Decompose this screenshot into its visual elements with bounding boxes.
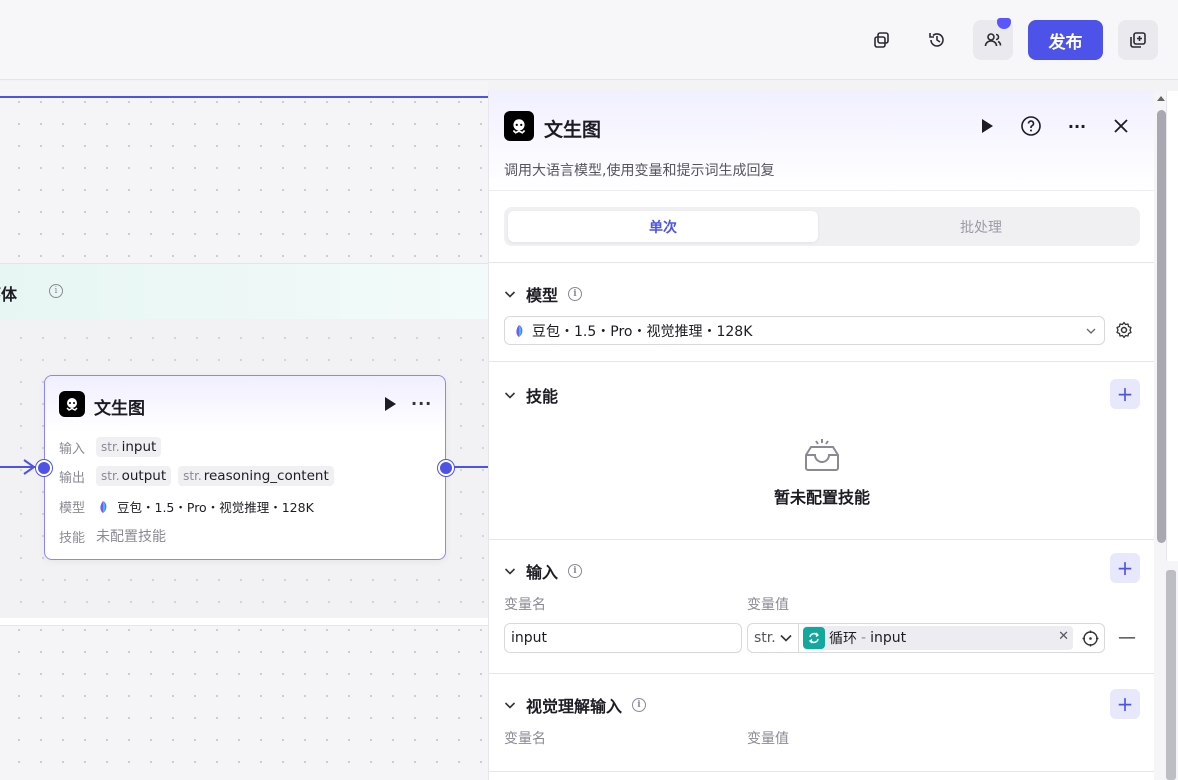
vision-input-section-title: 视觉理解输入 bbox=[526, 697, 623, 716]
add-input-button[interactable]: + bbox=[1110, 553, 1140, 583]
panel-title: 文生图 bbox=[544, 119, 602, 141]
clear-icon[interactable]: ✕ bbox=[1058, 629, 1069, 644]
more-icon[interactable]: ··· bbox=[411, 394, 432, 413]
input-tag: str. input bbox=[96, 437, 162, 457]
divider bbox=[489, 361, 1155, 362]
node-title: 文生图 bbox=[94, 399, 145, 419]
close-icon[interactable] bbox=[1110, 115, 1132, 137]
run-icon[interactable] bbox=[976, 115, 998, 137]
chevron-down-icon bbox=[1086, 328, 1096, 334]
skill-section-title: 技能 bbox=[526, 387, 559, 406]
text-to-image-node[interactable]: 文生图 ··· 输入 str. input 输出 str. output str. r… bbox=[44, 375, 446, 560]
skill-section-header[interactable]: 技能 bbox=[504, 383, 558, 407]
output-tag: str. reasoning_content bbox=[178, 466, 334, 486]
play-icon[interactable] bbox=[383, 396, 397, 412]
column-value-label: 变量值 bbox=[747, 731, 789, 747]
type-value: str. bbox=[754, 630, 776, 646]
divider bbox=[489, 771, 1155, 772]
scroll-up-icon[interactable] bbox=[1156, 94, 1166, 102]
input-section-title: 输入 bbox=[526, 563, 559, 582]
node-config-panel: 文生图 ··· 调用大语言模型,使用变量和提示词生成回复 单次 批处理 模型 i… bbox=[488, 91, 1155, 780]
divider bbox=[489, 673, 1155, 674]
model-label: 模型 bbox=[59, 501, 86, 516]
divider bbox=[489, 539, 1155, 540]
chevron-down-icon bbox=[504, 392, 516, 399]
reference-variable: input bbox=[870, 630, 907, 646]
copy-icon[interactable] bbox=[862, 20, 902, 60]
reference-source: 循环 bbox=[829, 631, 857, 647]
reference-chip[interactable]: 循环 - input ✕ bbox=[803, 626, 1073, 650]
doubao-model-icon bbox=[100, 500, 107, 513]
node-skill-row: 技能 未配置技能 bbox=[59, 526, 166, 546]
add-panel-icon[interactable] bbox=[1118, 20, 1158, 60]
outgoing-edge bbox=[453, 466, 488, 468]
model-value: 豆包・1.5・Pro・视觉推理・128K bbox=[117, 500, 314, 515]
loop-header: 循环体 i bbox=[0, 264, 488, 319]
model-select-value: 豆包・1.5・Pro・视觉推理・128K bbox=[532, 323, 753, 340]
model-section-title: 模型 bbox=[526, 286, 559, 305]
output-label: 输出 bbox=[59, 470, 86, 486]
tab-single[interactable]: 单次 bbox=[508, 211, 818, 242]
chevron-down-icon bbox=[780, 634, 792, 642]
model-select[interactable]: 豆包・1.5・Pro・视觉推理・128K bbox=[504, 316, 1105, 345]
input-label: 输入 bbox=[59, 441, 86, 457]
outer-scrollbar-thumb[interactable] bbox=[1166, 570, 1176, 780]
variable-reference-field[interactable]: 循环 - input ✕ bbox=[798, 623, 1105, 653]
input-section-header[interactable]: 输入 i bbox=[504, 559, 583, 583]
target-icon[interactable] bbox=[1082, 630, 1099, 647]
column-value-label: 变量值 bbox=[747, 597, 789, 613]
add-skill-button[interactable]: + bbox=[1110, 379, 1140, 409]
info-icon[interactable]: i bbox=[568, 287, 583, 301]
variable-name-input[interactable]: input bbox=[504, 623, 742, 653]
mode-tabs: 单次 批处理 bbox=[504, 207, 1140, 246]
scrollbar-thumb[interactable] bbox=[1157, 110, 1166, 543]
chevron-down-icon bbox=[504, 702, 516, 709]
skill-value: 未配置技能 bbox=[96, 529, 166, 545]
info-icon[interactable]: i bbox=[49, 284, 63, 298]
collaborators-icon[interactable] bbox=[973, 18, 1013, 60]
output-tag: str. output bbox=[96, 466, 172, 486]
node-model-row: 模型 豆包・1.5・Pro・视觉推理・128K bbox=[59, 497, 314, 516]
top-bar: 发布 bbox=[0, 0, 1178, 80]
gear-icon[interactable] bbox=[1115, 321, 1133, 339]
column-name-label: 变量名 bbox=[504, 731, 546, 747]
node-output-row: 输出 str. output str. reasoning_content bbox=[59, 466, 334, 486]
help-icon[interactable] bbox=[1020, 115, 1042, 137]
loop-icon bbox=[803, 627, 825, 649]
variable-type-select[interactable]: str. bbox=[747, 623, 799, 653]
add-vision-input-button[interactable]: + bbox=[1110, 689, 1140, 719]
reference-separator: - bbox=[861, 630, 867, 646]
model-section-header[interactable]: 模型 i bbox=[504, 282, 583, 306]
diamond-badge-icon bbox=[997, 18, 1011, 29]
tab-batch[interactable]: 批处理 bbox=[826, 211, 1136, 242]
column-name-label: 变量名 bbox=[504, 597, 546, 613]
node-app-logo-icon bbox=[59, 391, 85, 417]
divider bbox=[489, 262, 1155, 263]
output-port[interactable] bbox=[438, 460, 454, 476]
chevron-down-icon bbox=[504, 291, 516, 298]
remove-row-icon[interactable]: — bbox=[1118, 627, 1136, 648]
info-icon[interactable]: i bbox=[632, 698, 647, 712]
panel-description: 调用大语言模型,使用变量和提示词生成回复 bbox=[504, 163, 775, 179]
node-input-row: 输入 str. input bbox=[59, 437, 162, 457]
chevron-down-icon bbox=[504, 568, 516, 575]
input-port[interactable] bbox=[36, 460, 52, 476]
empty-skill-text: 暂未配置技能 bbox=[773, 488, 870, 507]
arrow-icon bbox=[23, 459, 36, 475]
skill-label: 技能 bbox=[59, 530, 86, 546]
vision-input-section-header[interactable]: 视觉理解输入 i bbox=[504, 693, 647, 717]
publish-button[interactable]: 发布 bbox=[1028, 20, 1103, 60]
panel-app-logo-icon bbox=[504, 111, 534, 141]
history-icon[interactable] bbox=[917, 20, 957, 60]
adjacent-panel-edge bbox=[1166, 91, 1178, 561]
empty-box-icon bbox=[805, 439, 839, 471]
loop-title: 循环体 bbox=[0, 285, 18, 304]
info-icon[interactable]: i bbox=[568, 564, 583, 578]
doubao-model-icon bbox=[516, 324, 523, 337]
more-options-icon[interactable]: ··· bbox=[1066, 115, 1088, 137]
